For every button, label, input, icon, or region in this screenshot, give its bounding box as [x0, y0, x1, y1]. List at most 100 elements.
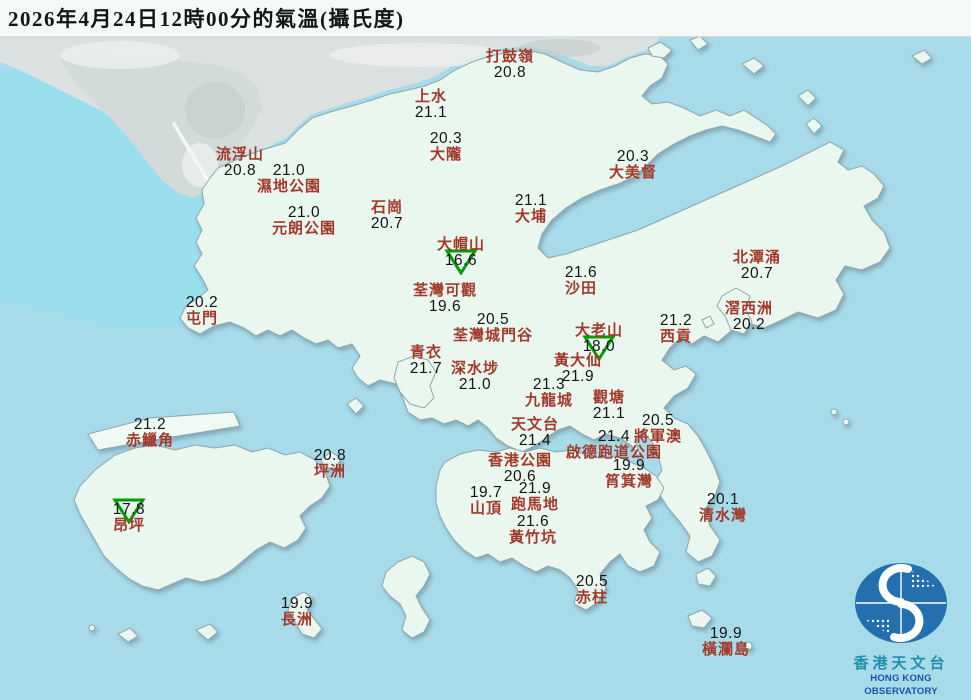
- station-temperature-value: 20.3: [616, 148, 650, 165]
- station-name: 山頂: [469, 501, 503, 517]
- station-label: 石崗 20.7: [371, 200, 403, 232]
- station-label: 21.1 大埔: [514, 192, 548, 226]
- station-temperature-value: 20.2: [185, 294, 219, 311]
- station-label: 21.6 沙田: [564, 264, 598, 298]
- station-name: 北潭涌: [732, 250, 782, 266]
- station-label: 觀塘 21.1: [593, 390, 625, 422]
- station-label: 北潭涌 20.7: [733, 250, 781, 282]
- station-temperature-value: 21.4: [597, 428, 631, 445]
- station-name: 屯門: [185, 311, 219, 327]
- station-name: 滘西洲: [724, 301, 774, 317]
- station-name: 元朗公園: [271, 221, 337, 237]
- shenzhen-texture: [185, 82, 245, 138]
- station-name: 跑馬地: [510, 497, 560, 513]
- station-temperature-value: 20.8: [313, 447, 347, 464]
- station-name: 天文台: [510, 417, 560, 433]
- station-label: 19.9 橫瀾島: [701, 626, 751, 659]
- station-temperature-value: 20.5: [575, 573, 609, 590]
- station-name: 濕地公園: [256, 179, 322, 195]
- station-temperature-value: 17.8: [112, 501, 146, 518]
- station-label: 21.0 濕地公園: [256, 162, 322, 196]
- station-label: 21.9 跑馬地: [510, 480, 560, 514]
- station-temperature-value: 20.7: [740, 265, 774, 282]
- station-label: 20.8 坪洲: [313, 447, 347, 481]
- station-label: 青衣 21.7: [410, 345, 442, 377]
- station-temperature-value: 19.9: [612, 457, 646, 474]
- station-temperature-value: 21.3: [532, 376, 566, 393]
- station-label: 19.9 長洲: [280, 595, 314, 629]
- station-temperature-value: 21.9: [518, 480, 552, 497]
- station-name: 荃灣可觀: [412, 283, 478, 299]
- station-temperature-value: 20.3: [429, 130, 463, 147]
- page-title: 2026年4月24日12時00分的氣溫(攝氏度): [8, 7, 405, 31]
- station-temperature-value: 21.1: [414, 104, 448, 121]
- station-temperature-value: 21.0: [272, 162, 306, 179]
- station-temperature-value: 21.6: [564, 264, 598, 281]
- station-name: 赤柱: [575, 590, 609, 606]
- station-label: 17.8 昂坪: [112, 498, 146, 534]
- station-label: 大老山 18.0: [574, 323, 624, 361]
- station-label: 打鼓嶺 20.8: [486, 49, 534, 81]
- station-label: 20.3 大美督: [608, 148, 658, 182]
- station-name: 黃大仙: [553, 353, 603, 369]
- ninepin-island: [842, 418, 850, 426]
- title-bar: 2026年4月24日12時00分的氣溫(攝氏度): [0, 0, 971, 37]
- station-name: 九龍城: [524, 393, 574, 409]
- station-name: 清水灣: [698, 508, 748, 524]
- station-name: 大美督: [608, 165, 658, 181]
- station-temperature-value: 21.2: [659, 312, 693, 329]
- station-name: 昂坪: [112, 518, 146, 534]
- station-label: 19.7 山頂: [469, 484, 503, 518]
- station-temperature-value: 21.1: [592, 405, 626, 422]
- station-temperature-value: 19.7: [469, 484, 503, 501]
- station-label: 21.2 西貢: [659, 312, 693, 346]
- station-name: 大隴: [429, 147, 463, 163]
- small-island: [88, 624, 96, 632]
- station-label: 20.2 屯門: [185, 294, 219, 328]
- shenzhen-texture: [60, 41, 180, 69]
- station-temperature-value: 20.1: [706, 491, 740, 508]
- station-name: 上水: [414, 89, 448, 105]
- station-label: 20.5 荃灣城門谷: [453, 311, 533, 345]
- station-name: 青衣: [409, 345, 443, 361]
- station-label: 滘西洲 20.2: [725, 301, 773, 333]
- station-temperature-value: 21.1: [514, 192, 548, 209]
- hko-logo: 香港天文台 HONG KONG OBSERVATORY: [835, 559, 967, 698]
- station-temperature-value: 20.2: [732, 316, 766, 333]
- station-name: 流浮山: [215, 147, 265, 163]
- hko-logo-chinese-text: 香港天文台: [853, 656, 949, 672]
- station-name: 西貢: [659, 329, 693, 345]
- hko-temperature-map-screen: 2026年4月24日12時00分的氣溫(攝氏度) 打鼓嶺 20.8 上水 21.1 20…: [0, 0, 971, 700]
- hong-kong-map: [0, 0, 971, 700]
- station-temperature-value: 19.9: [280, 595, 314, 612]
- station-name: 觀塘: [592, 390, 626, 406]
- station-label: 21.3 九龍城: [524, 376, 574, 410]
- station-label: 大帽山 16.6: [436, 237, 486, 275]
- station-temperature-value: 20.5: [641, 412, 675, 429]
- station-temperature-value: 21.4: [518, 432, 552, 449]
- station-label: 荃灣可觀 19.6: [413, 283, 477, 315]
- station-label: 20.1 清水灣: [698, 491, 748, 525]
- station-label: 上水 21.1: [415, 89, 447, 121]
- station-temperature-value: 20.8: [493, 64, 527, 81]
- station-temperature-value: 21.6: [516, 513, 550, 530]
- station-label: 天文台 21.4: [511, 417, 559, 449]
- station-label: 19.9 筲箕灣: [604, 457, 654, 491]
- station-temperature-value: 21.2: [133, 416, 167, 433]
- station-name: 橫瀾島: [701, 642, 751, 658]
- station-label: 21.2 赤鱲角: [125, 416, 175, 450]
- ninepin-island: [830, 408, 838, 416]
- hko-logo-english-text: HONG KONG OBSERVATORY: [864, 673, 938, 697]
- hko-logo-icon: [855, 563, 947, 643]
- station-label: 20.5 赤柱: [575, 573, 609, 607]
- station-name: 大老山: [574, 323, 624, 339]
- station-temperature-value: 20.5: [476, 311, 510, 328]
- station-name: 赤鱲角: [125, 433, 175, 449]
- station-name: 大帽山: [436, 237, 486, 253]
- station-temperature-value: 21.7: [409, 360, 443, 377]
- station-label: 深水埗 21.0: [451, 361, 499, 393]
- station-temperature-value: 21.0: [458, 376, 492, 393]
- station-name: 大埔: [514, 209, 548, 225]
- station-name: 深水埗: [450, 361, 500, 377]
- station-name: 筲箕灣: [604, 474, 654, 490]
